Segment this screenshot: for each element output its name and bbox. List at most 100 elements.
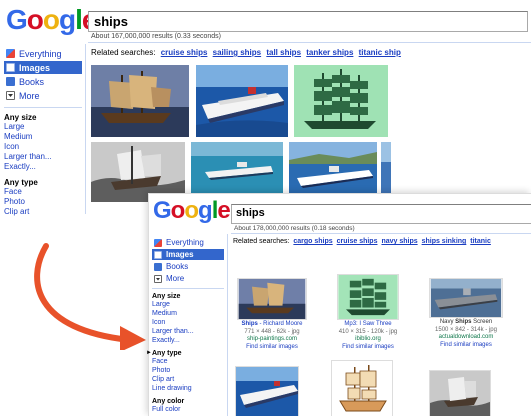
sidebar-item-images[interactable]: Images: [152, 249, 224, 260]
size-link-icon[interactable]: Icon: [4, 142, 82, 152]
google-logo[interactable]: Google: [6, 4, 97, 36]
type-link-face[interactable]: Face: [152, 357, 224, 366]
size-link-medium[interactable]: Medium: [152, 309, 224, 318]
result-image-green-sailing-ship[interactable]: [294, 65, 388, 137]
header-divider: [88, 42, 531, 43]
result-image-partial[interactable]: [381, 142, 391, 194]
sidebar-item-label: Images: [19, 62, 51, 73]
find-similar-link[interactable]: Find similar images: [327, 344, 409, 352]
result-title-bold: Ships: [241, 321, 258, 327]
image-result[interactable]: Ships - Richard Moore 771 × 448 - 62k - …: [231, 278, 313, 351]
logo-letter: g: [198, 197, 213, 224]
related-link[interactable]: cruise ships: [337, 238, 378, 245]
result-meta: 1500 × 842 - 314k - jpg: [435, 326, 497, 333]
result-meta: 771 × 448 - 62k - jpg: [244, 328, 300, 335]
size-link-exactly[interactable]: Exactly...: [4, 162, 82, 172]
type-link-photo[interactable]: Photo: [4, 197, 82, 207]
related-label: Related searches:: [91, 48, 156, 57]
sidebar-item-books[interactable]: Books: [4, 75, 82, 88]
result-thumbnail[interactable]: [429, 278, 503, 318]
size-link-large[interactable]: Large: [152, 300, 224, 309]
related-link[interactable]: titanic: [470, 238, 491, 245]
logo-letter: o: [170, 197, 186, 224]
related-link[interactable]: ships sinking: [422, 238, 467, 245]
images-icon: [154, 250, 162, 259]
color-filter-heading[interactable]: Any color: [152, 398, 224, 405]
result-title[interactable]: Ships - Richard Moore: [231, 321, 313, 329]
sidebar-item-everything[interactable]: Everything: [152, 237, 224, 248]
related-link[interactable]: tanker ships: [306, 48, 353, 57]
selected-bullet-icon: ►: [146, 350, 152, 356]
arrow-icon: [34, 243, 146, 350]
type-link-face[interactable]: Face: [4, 187, 82, 197]
related-searches: Related searches: cargo ships cruise shi…: [233, 238, 491, 245]
sidebar-divider-line: [227, 234, 228, 416]
images-icon: [6, 63, 15, 72]
result-title-text: - Richard Moore: [257, 321, 303, 327]
result-thumbnail[interactable]: [337, 274, 399, 320]
chevron-down-icon: [6, 91, 15, 100]
google-logo[interactable]: Google: [153, 197, 231, 225]
type-link-line-drawing[interactable]: Line drawing: [152, 384, 224, 393]
logo-letter: e: [217, 197, 230, 224]
sidebar: Everything Images Books More Any size La…: [4, 47, 82, 217]
sidebar-item-label: Images: [166, 250, 194, 259]
size-link-icon[interactable]: Icon: [152, 318, 224, 327]
result-image-cruise-ship[interactable]: [196, 65, 288, 137]
size-filter-heading[interactable]: Any size: [152, 293, 224, 300]
result-source[interactable]: ship-paintings.com: [231, 336, 313, 344]
type-filter-heading[interactable]: ► Any type: [146, 350, 224, 357]
image-result[interactable]: Navy Ships Screen 1500 × 842 - 314k - jp…: [425, 278, 507, 349]
related-searches: Related searches: cruise ships sailing s…: [91, 48, 401, 57]
result-image-cruise-harbor[interactable]: [289, 142, 377, 194]
search-input[interactable]: ships: [231, 204, 531, 224]
related-link[interactable]: cruise ships: [161, 48, 208, 57]
sidebar-item-more[interactable]: More: [4, 89, 82, 102]
type-link-photo[interactable]: Photo: [152, 366, 224, 375]
result-image-ship-at-sea[interactable]: [191, 142, 283, 194]
result-image-galleon-painting[interactable]: [91, 65, 189, 137]
search-input[interactable]: ships: [88, 11, 528, 32]
size-link-large[interactable]: Large: [4, 122, 82, 132]
logo-letter: G: [153, 197, 172, 224]
size-filter-heading[interactable]: Any size: [4, 113, 82, 122]
related-link[interactable]: cargo ships: [293, 238, 332, 245]
size-link-exactly[interactable]: Exactly...: [152, 336, 224, 345]
sidebar-item-books[interactable]: Books: [152, 261, 224, 272]
result-title[interactable]: Navy Ships Screen: [425, 319, 507, 327]
size-link-larger-than[interactable]: Larger than...: [152, 327, 224, 336]
type-link-clip-art[interactable]: Clip art: [152, 375, 224, 384]
sidebar: Everything Images Books More Any size La…: [146, 237, 224, 414]
everything-icon: [6, 49, 15, 58]
result-stats: About 167,000,000 results (0.33 seconds): [91, 33, 221, 40]
sidebar-item-label: Books: [19, 76, 45, 87]
result-image-galleon-drawing[interactable]: [331, 360, 393, 416]
sidebar-item-more[interactable]: More: [152, 273, 224, 284]
image-result[interactable]: Mp3: I Saw Three 410 × 315 - 120k - jpg …: [327, 274, 409, 351]
find-similar-link[interactable]: Find similar images: [425, 342, 507, 350]
find-similar-link[interactable]: Find similar images: [231, 344, 313, 352]
sidebar-divider: [152, 288, 224, 289]
related-label: Related searches:: [233, 238, 290, 245]
result-title[interactable]: Mp3: I Saw Three: [327, 321, 409, 329]
sidebar-item-images[interactable]: Images: [4, 61, 82, 74]
type-filter-heading[interactable]: Any type: [4, 178, 82, 187]
logo-letter: o: [184, 197, 199, 224]
result-meta: 410 × 315 - 120k - jpg: [338, 328, 398, 335]
color-link-full-color[interactable]: Full color: [152, 405, 224, 414]
sidebar-item-everything[interactable]: Everything: [4, 47, 82, 60]
size-link-medium[interactable]: Medium: [4, 132, 82, 142]
logo-letter: o: [26, 4, 44, 35]
result-image-stormy-galleon[interactable]: [429, 370, 491, 416]
result-image-cruise-ship[interactable]: [235, 366, 299, 416]
related-link[interactable]: titanic ship: [359, 48, 401, 57]
chevron-down-icon: [154, 274, 162, 283]
result-thumbnail[interactable]: [237, 278, 307, 320]
type-link-clip-art[interactable]: Clip art: [4, 207, 82, 217]
result-source[interactable]: actualdownload.com: [425, 334, 507, 342]
result-source[interactable]: ibiblio.org: [327, 336, 409, 344]
related-link[interactable]: navy ships: [381, 238, 417, 245]
related-link[interactable]: sailing ships: [213, 48, 261, 57]
related-link[interactable]: tall ships: [266, 48, 301, 57]
size-link-larger-than[interactable]: Larger than...: [4, 152, 82, 162]
